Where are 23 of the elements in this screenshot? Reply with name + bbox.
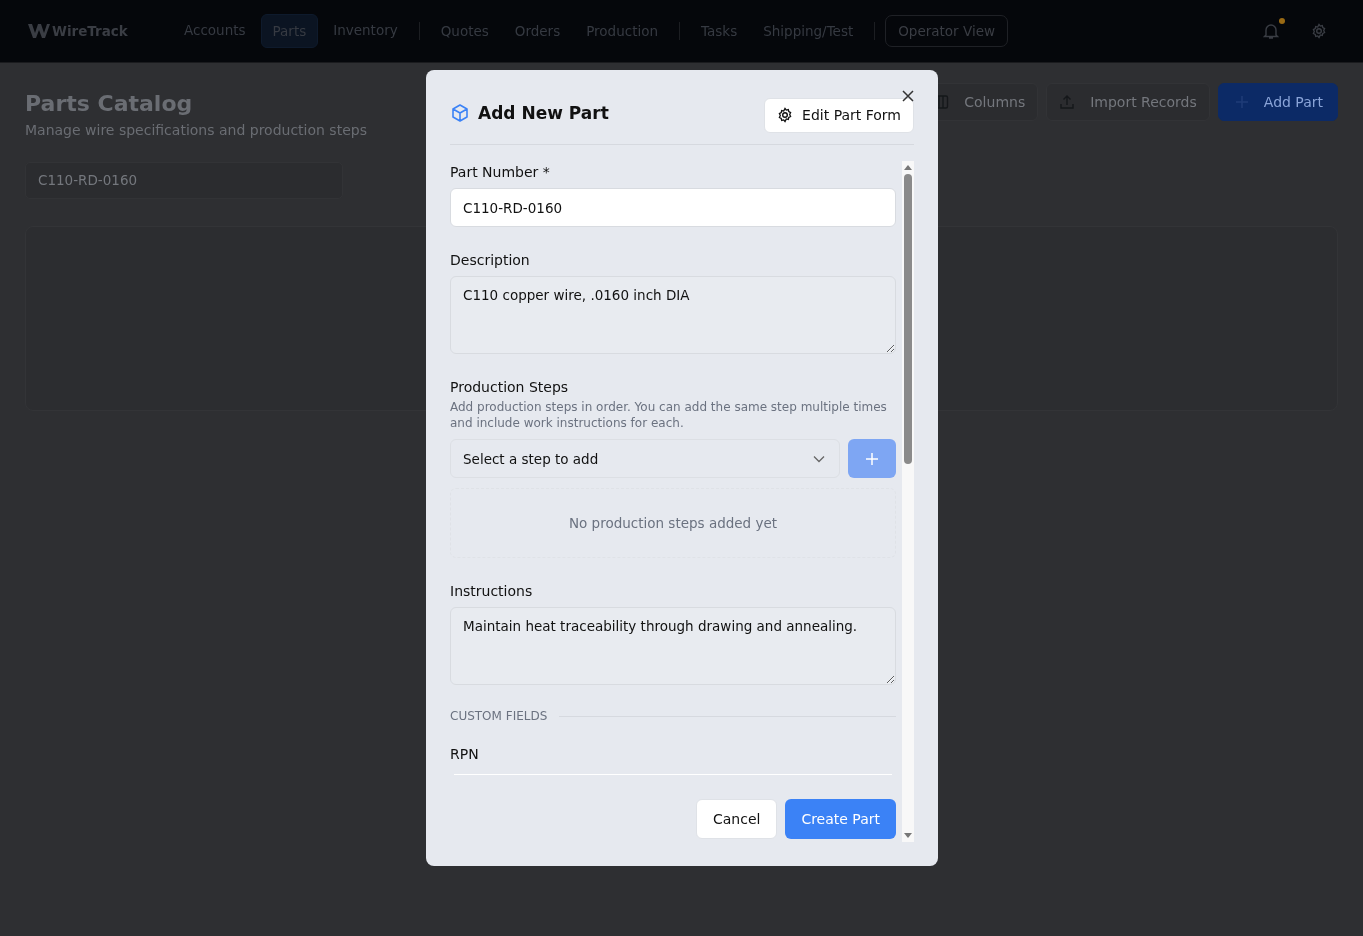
- create-button[interactable]: Create Part: [785, 799, 896, 839]
- add-button[interactable]: Add Part: [1217, 83, 1338, 121]
- dialog-title: Add New Part: [478, 103, 609, 123]
- operator-view-button[interactable]: Operator View: [885, 15, 1008, 47]
- import-button[interactable]: Import Records: [1046, 83, 1210, 121]
- cancel-button[interactable]: Cancel: [695, 799, 778, 839]
- field-label: Description: [450, 252, 531, 268]
- search-field[interactable]: C110-RD-0160: [25, 162, 343, 199]
- field-label: Part Number *: [450, 164, 551, 180]
- text-area[interactable]: Maintain heat traceability through drawing and annealing.: [450, 607, 896, 685]
- help-text: Add production steps in order. You can add the same step multiple times and include work instructions for each.: [450, 399, 888, 431]
- section-heading: CUSTOM FIELDS: [450, 709, 548, 723]
- logo-text: WireTrack: [52, 23, 128, 39]
- step-select[interactable]: Select a step to add: [450, 439, 840, 478]
- field-label: RPN: [450, 746, 480, 762]
- page-title: Parts Catalog: [25, 91, 194, 116]
- page-subtitle: Manage wire specifications and production steps: [25, 122, 367, 138]
- edit-part-form-button[interactable]: Edit Part Form: [764, 97, 914, 133]
- text-area[interactable]: C110 copper wire, .0160 inch DIA: [450, 276, 896, 354]
- field-label: Instructions: [450, 583, 534, 599]
- input-field[interactable]: C110-RD-0160: [450, 188, 896, 227]
- field-label: Production Steps: [450, 379, 570, 395]
- empty-message: No production steps added yet: [568, 515, 778, 531]
